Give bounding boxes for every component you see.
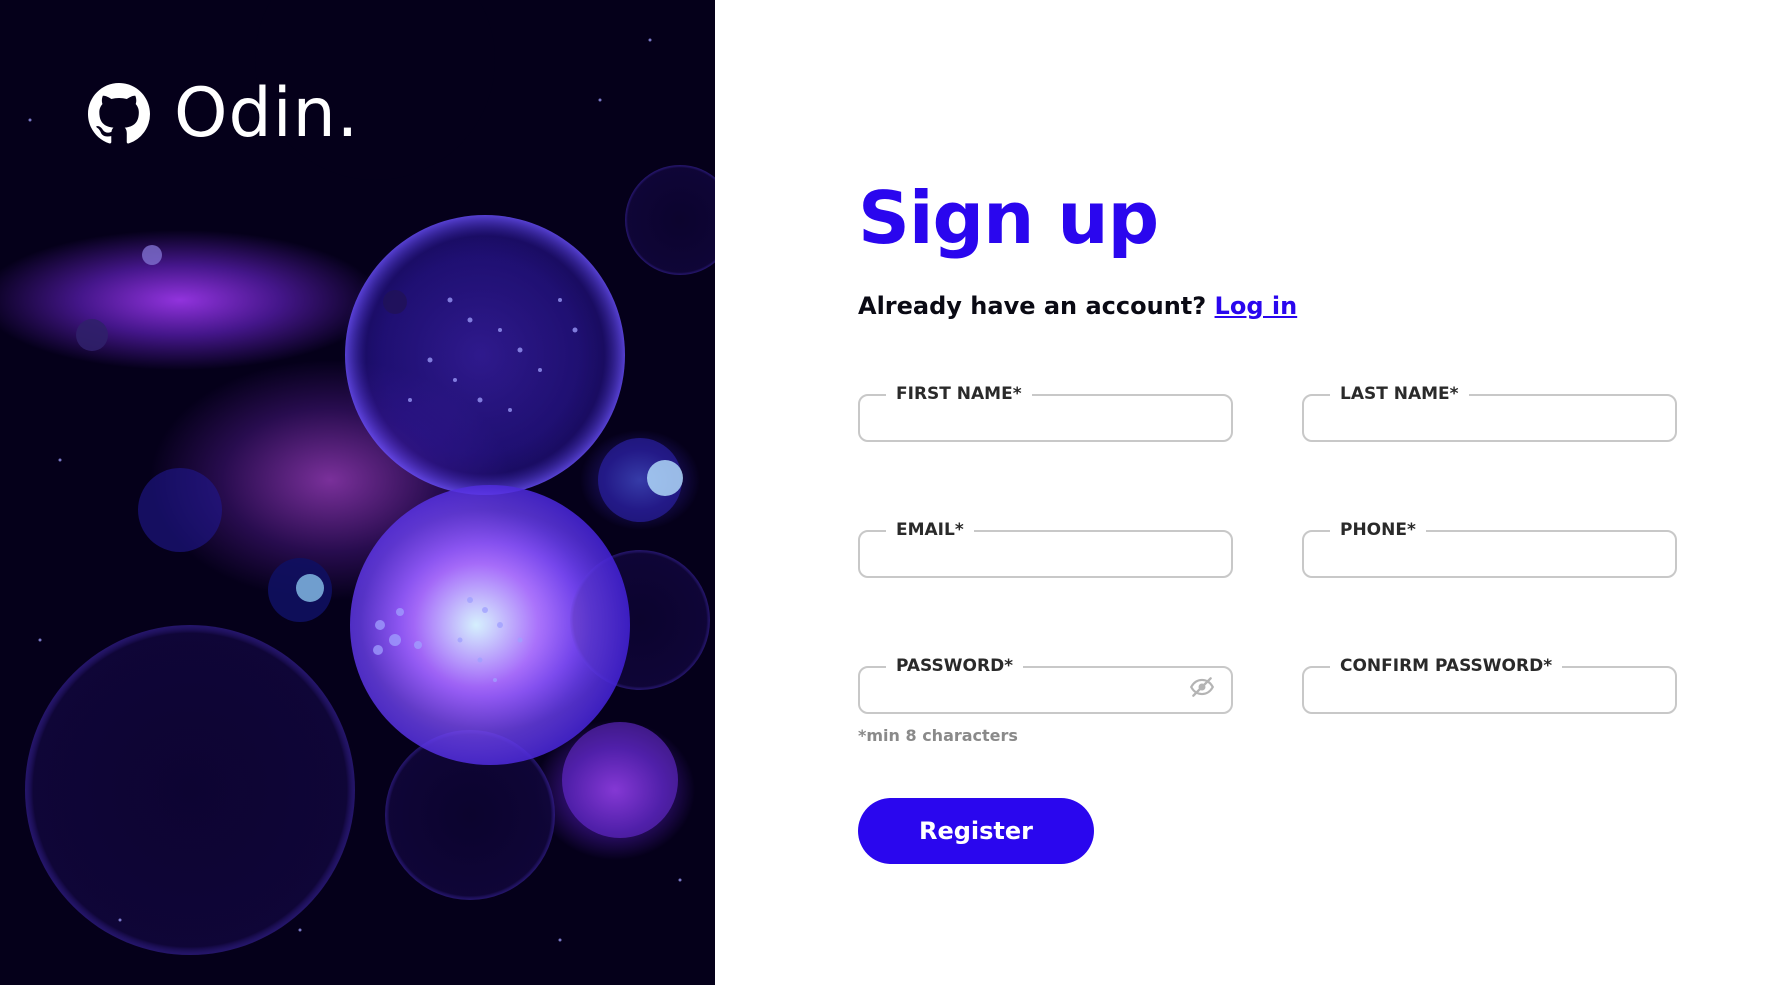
login-link[interactable]: Log in <box>1215 292 1298 320</box>
login-prompt: Already have an account? Log in <box>858 292 1297 320</box>
password-input[interactable] <box>874 672 1183 704</box>
password-hint: *min 8 characters <box>858 726 1018 745</box>
register-button[interactable]: Register <box>858 798 1094 864</box>
first-name-input[interactable] <box>874 400 1183 432</box>
email-field: EMAIL* <box>858 522 1233 578</box>
page-title: Sign up <box>858 176 1159 260</box>
confirm-password-input[interactable] <box>1318 672 1627 704</box>
first-name-field: FIRST NAME* <box>858 386 1233 442</box>
phone-input[interactable] <box>1318 536 1627 568</box>
hero-image-panel: Odin. <box>0 0 715 985</box>
login-prompt-text: Already have an account? <box>858 292 1207 320</box>
brand-name: Odin. <box>174 74 360 153</box>
signup-form-panel: Sign up Already have an account? Log in … <box>858 0 1718 985</box>
eye-off-icon[interactable] <box>1189 674 1215 700</box>
last-name-field: LAST NAME* <box>1302 386 1677 442</box>
email-input[interactable] <box>874 536 1183 568</box>
last-name-input[interactable] <box>1318 400 1627 432</box>
password-field: PASSWORD* <box>858 658 1233 714</box>
github-icon <box>88 83 150 144</box>
phone-field: PHONE* <box>1302 522 1677 578</box>
confirm-password-field: CONFIRM PASSWORD* <box>1302 658 1677 714</box>
brand-logo[interactable]: Odin. <box>88 80 359 148</box>
